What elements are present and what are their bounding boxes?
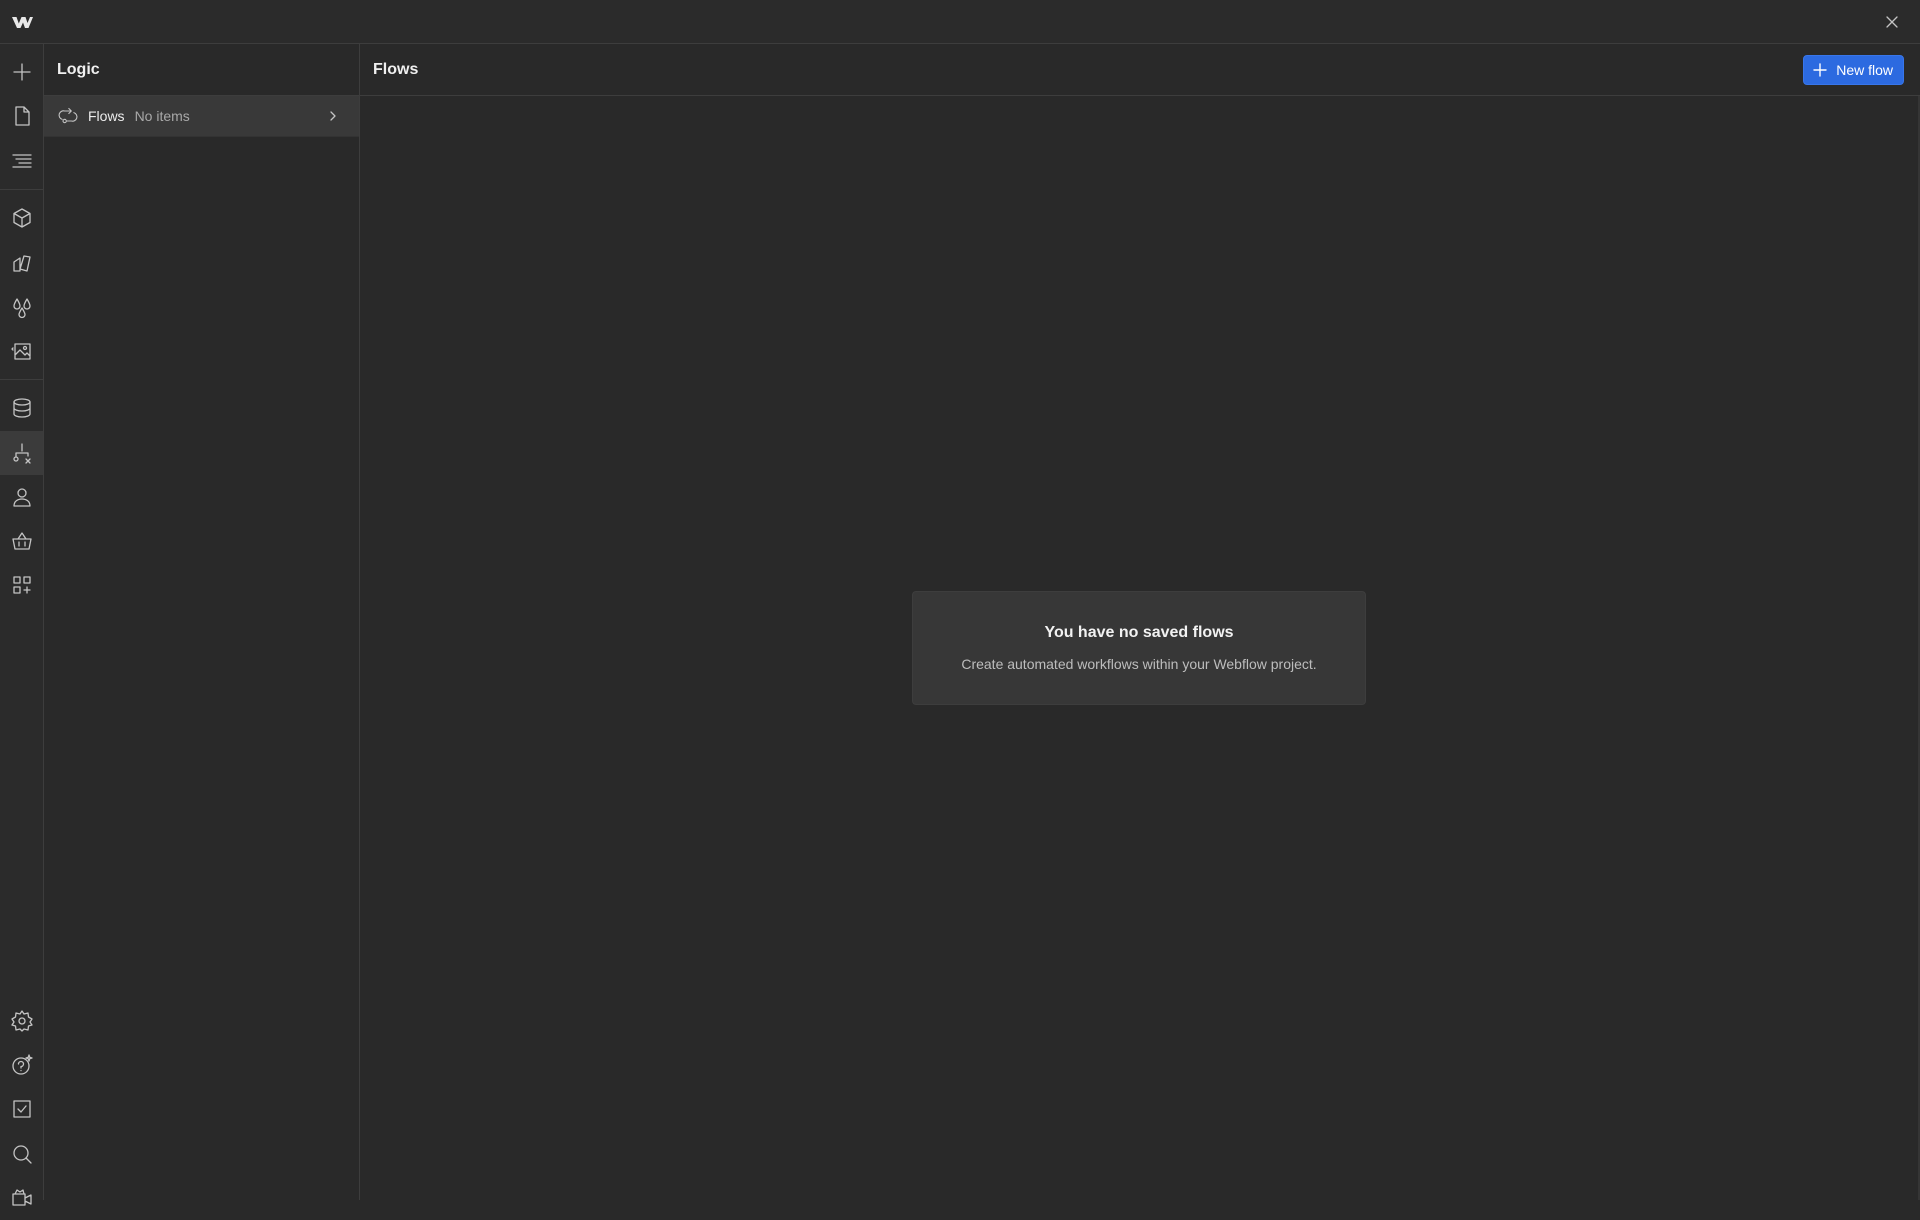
assets-icon[interactable]: [0, 329, 43, 373]
search-icon[interactable]: [0, 1132, 43, 1176]
pages-icon[interactable]: [0, 94, 43, 138]
top-bar: [0, 0, 1920, 44]
plus-icon: [1813, 63, 1827, 77]
chevron-right-icon: [330, 111, 336, 121]
flows-icon: [58, 106, 78, 126]
navigator-icon[interactable]: [0, 139, 43, 183]
panel-item-count: No items: [134, 108, 190, 124]
close-icon[interactable]: [1878, 8, 1906, 36]
video-tutorials-icon[interactable]: [0, 1176, 43, 1220]
logic-panel: Logic Flows No items: [44, 44, 360, 1200]
components-icon[interactable]: [0, 196, 43, 240]
settings-icon[interactable]: [0, 999, 43, 1043]
add-icon[interactable]: [0, 50, 43, 94]
apps-icon[interactable]: [0, 563, 43, 607]
empty-state-description: Create automated workflows within your W…: [961, 656, 1317, 672]
toolbar-divider: [0, 379, 43, 380]
left-toolbar: [0, 44, 44, 1206]
users-icon[interactable]: [0, 475, 43, 519]
help-icon[interactable]: [0, 1043, 43, 1087]
page-title: Flows: [373, 60, 419, 78]
empty-state-title: You have no saved flows: [1044, 624, 1234, 641]
style-selectors-icon[interactable]: [0, 241, 43, 285]
panel-item-flows[interactable]: Flows No items: [44, 96, 359, 137]
new-flow-button[interactable]: New flow: [1803, 55, 1904, 85]
cms-icon[interactable]: [0, 386, 43, 430]
audit-icon[interactable]: [0, 1087, 43, 1131]
empty-state-card: You have no saved flows Create automated…: [912, 591, 1366, 705]
main-content: Flows New flow You have no saved flows C…: [360, 44, 1920, 1200]
panel-title: Logic: [44, 44, 359, 96]
panel-item-label: Flows: [88, 108, 125, 124]
toolbar-divider: [0, 189, 43, 190]
webflow-logo-icon[interactable]: [8, 8, 36, 36]
main-header: Flows New flow: [360, 44, 1920, 96]
ecommerce-icon[interactable]: [0, 519, 43, 563]
logic-icon[interactable]: [0, 431, 43, 475]
variables-icon[interactable]: [0, 285, 43, 329]
new-flow-button-label: New flow: [1836, 62, 1893, 78]
